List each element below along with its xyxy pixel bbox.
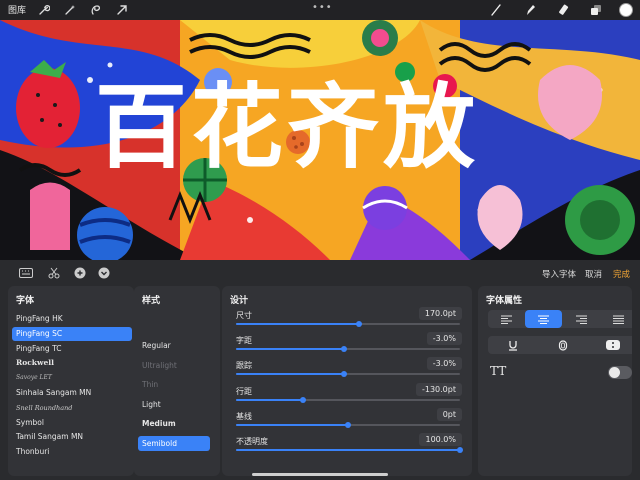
- brush-icon[interactable]: [488, 2, 504, 18]
- leading-label: 行距: [236, 387, 252, 396]
- design-column: 设计 尺寸 170.0pt 字距 -3.0% 跟踪 -3.0% 行距 -130.…: [222, 286, 472, 476]
- gallery-button[interactable]: 图库: [8, 3, 26, 16]
- slider-knob[interactable]: [340, 346, 347, 352]
- align-left-icon[interactable]: [488, 310, 525, 328]
- slider-fill: [236, 399, 304, 401]
- opacity-value[interactable]: 100.0%: [419, 433, 462, 446]
- top-toolbar: 图库 •••: [0, 0, 640, 20]
- font-item-symbol[interactable]: Symbol: [12, 416, 132, 430]
- outline-icon[interactable]: [538, 336, 588, 354]
- slider-fill: [236, 424, 348, 426]
- slider-knob[interactable]: [345, 422, 351, 428]
- style-item-ultralight[interactable]: Ultralight: [138, 358, 210, 373]
- font-item-snell-roundhand[interactable]: Snell Roundhand: [12, 401, 132, 415]
- eraser-icon[interactable]: [556, 2, 572, 18]
- leading-value[interactable]: -130.0pt: [415, 383, 462, 396]
- magic-wand-icon[interactable]: [62, 2, 78, 18]
- keyboard-icon[interactable]: [18, 267, 34, 279]
- opacity-label: 不透明度: [236, 437, 268, 446]
- font-column-title: 字体: [16, 296, 35, 306]
- leading-slider[interactable]: [236, 397, 460, 403]
- opacity-slider[interactable]: [236, 447, 463, 453]
- text-edit-panel: 导入字体 取消 完成 字体 PingFang HK PingFang SC Pi…: [0, 260, 640, 480]
- design-column-title: 设计: [230, 296, 249, 306]
- font-item-savoye-let[interactable]: Savoye LET: [12, 371, 132, 385]
- color-swatch-icon[interactable]: [618, 2, 634, 18]
- align-right-icon[interactable]: [563, 310, 600, 328]
- style-column-title: 样式: [142, 296, 161, 306]
- wrench-icon[interactable]: [36, 2, 52, 18]
- size-label: 尺寸: [236, 311, 252, 320]
- text-style-segmented-control: [488, 336, 632, 354]
- toggle-knob: [609, 367, 620, 378]
- tracking-label: 跟踪: [236, 361, 252, 370]
- style-item-thin[interactable]: Thin: [138, 377, 210, 392]
- cancel-button[interactable]: 取消: [585, 268, 602, 280]
- done-button[interactable]: 完成: [613, 268, 630, 280]
- style-item-semibold[interactable]: Semibold: [138, 436, 210, 451]
- import-font-button[interactable]: 导入字体: [542, 268, 576, 280]
- size-slider[interactable]: [236, 321, 460, 327]
- baseline-value[interactable]: 0pt: [436, 408, 462, 421]
- style-item-regular[interactable]: Regular: [138, 338, 210, 353]
- alignment-segmented-control: [488, 310, 632, 328]
- style-list-column: 样式 Regular Ultralight Thin Light Medium …: [134, 286, 220, 476]
- layers-icon[interactable]: [588, 2, 604, 18]
- font-item-pingfang-hk[interactable]: PingFang HK: [12, 312, 132, 326]
- slider-fill: [236, 323, 360, 325]
- slider-knob[interactable]: [356, 321, 363, 327]
- canvas[interactable]: 百花齐放: [0, 20, 640, 260]
- align-center-icon[interactable]: [525, 310, 562, 328]
- all-caps-label: TT: [490, 364, 507, 378]
- kerning-slider[interactable]: [236, 346, 460, 352]
- tracking-slider[interactable]: [236, 371, 460, 377]
- font-item-pingfang-tc[interactable]: PingFang TC: [12, 342, 132, 356]
- style-item-medium[interactable]: Medium: [138, 416, 210, 431]
- plus-circle-icon[interactable]: [72, 267, 88, 279]
- baseline-label: 基线: [236, 412, 252, 421]
- slider-fill: [236, 348, 344, 350]
- font-item-thonburi[interactable]: Thonburi: [12, 445, 132, 459]
- all-caps-toggle[interactable]: [608, 366, 632, 379]
- attributes-column-title: 字体属性: [486, 296, 523, 306]
- home-indicator[interactable]: [252, 473, 388, 476]
- smudge-icon[interactable]: [522, 2, 538, 18]
- font-item-rockwell[interactable]: Rockwell: [12, 356, 132, 370]
- slider-knob[interactable]: [457, 447, 463, 453]
- drag-handle-icon[interactable]: •••: [312, 2, 333, 13]
- baseline-slider[interactable]: [236, 422, 460, 428]
- kerning-value[interactable]: -3.0%: [426, 332, 462, 345]
- selection-icon[interactable]: [88, 2, 104, 18]
- font-attributes-column: 字体属性 TT: [478, 286, 632, 476]
- font-item-sinhala-sangam-mn[interactable]: Sinhala Sangam MN: [12, 386, 132, 400]
- scissors-icon[interactable]: [46, 267, 62, 279]
- font-list-column: 字体 PingFang HK PingFang SC PingFang TC R…: [8, 286, 134, 476]
- font-item-pingfang-sc[interactable]: PingFang SC: [12, 327, 132, 341]
- canvas-text[interactable]: 百花齐放: [95, 82, 479, 174]
- underline-icon[interactable]: [488, 336, 538, 354]
- slider-knob[interactable]: [300, 397, 307, 403]
- chevron-down-circle-icon[interactable]: [96, 267, 112, 279]
- tracking-value[interactable]: -3.0%: [426, 357, 462, 370]
- panel-header: 导入字体 取消 完成: [0, 260, 640, 286]
- current-color-dot: [619, 3, 633, 17]
- slider-fill: [236, 373, 344, 375]
- kerning-label: 字距: [236, 336, 252, 345]
- slider-knob[interactable]: [340, 371, 347, 377]
- size-value[interactable]: 170.0pt: [418, 307, 462, 320]
- font-item-tamil-sangam-mn[interactable]: Tamil Sangam MN: [12, 430, 132, 444]
- vertical-text-icon[interactable]: [588, 336, 632, 354]
- style-item-light[interactable]: Light: [138, 397, 210, 412]
- slider-fill: [236, 449, 460, 451]
- transform-arrow-icon[interactable]: [114, 2, 130, 18]
- align-justify-icon[interactable]: [600, 310, 632, 328]
